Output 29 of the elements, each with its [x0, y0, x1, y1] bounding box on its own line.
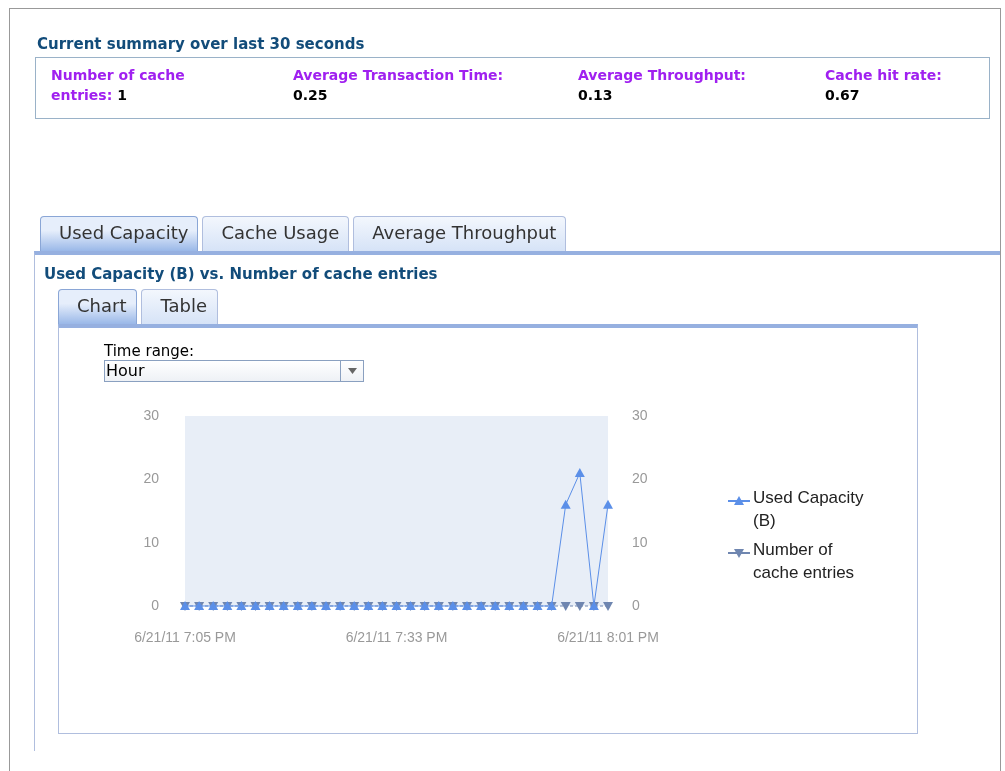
time-range-dropdown[interactable]: Hour [104, 360, 364, 382]
axis-label: 30 [143, 407, 159, 423]
metric-text: Average Throughput: 0.13 [578, 66, 747, 105]
axis-label: 6/21/11 8:01 PM [557, 629, 659, 645]
metric-text: Average Transaction Time: 0.25 [293, 66, 505, 105]
axis-label: 0 [151, 597, 159, 613]
axis-label: 6/21/11 7:05 PM [134, 629, 236, 645]
axis-label: 10 [143, 533, 159, 550]
tab[interactable]: Cache Usage [202, 216, 350, 251]
legend-label: Number of cache entries [753, 539, 856, 584]
axis-label: 20 [143, 470, 159, 487]
axis-label: 0 [632, 597, 640, 613]
axis-label: 6/21/11 7:33 PM [345, 629, 448, 645]
tab[interactable]: Average Throughput [353, 216, 567, 251]
section-title: Current summary over last 30 seconds [37, 35, 366, 55]
axis-label: 30 [632, 407, 648, 423]
axis-label: 20 [632, 470, 648, 487]
metric-text: Cache hit rate: 0.67 [825, 66, 943, 105]
axis-label: 10 [632, 533, 648, 550]
field-label: Time range: [104, 342, 196, 360]
metric-text: Number of cache entries: 1 [51, 66, 186, 105]
tab[interactable]: Used Capacity [40, 216, 199, 251]
tab[interactable]: Chart [58, 289, 138, 324]
triangle-down-icon [727, 549, 751, 558]
legend-label: Used Capacity (B) [753, 487, 865, 532]
caret-icon [347, 368, 357, 374]
panel-title: Used Capacity (B) vs. Number of cache entries [44, 265, 439, 285]
tab[interactable]: Table [141, 289, 218, 324]
triangle-up-icon [727, 496, 751, 505]
